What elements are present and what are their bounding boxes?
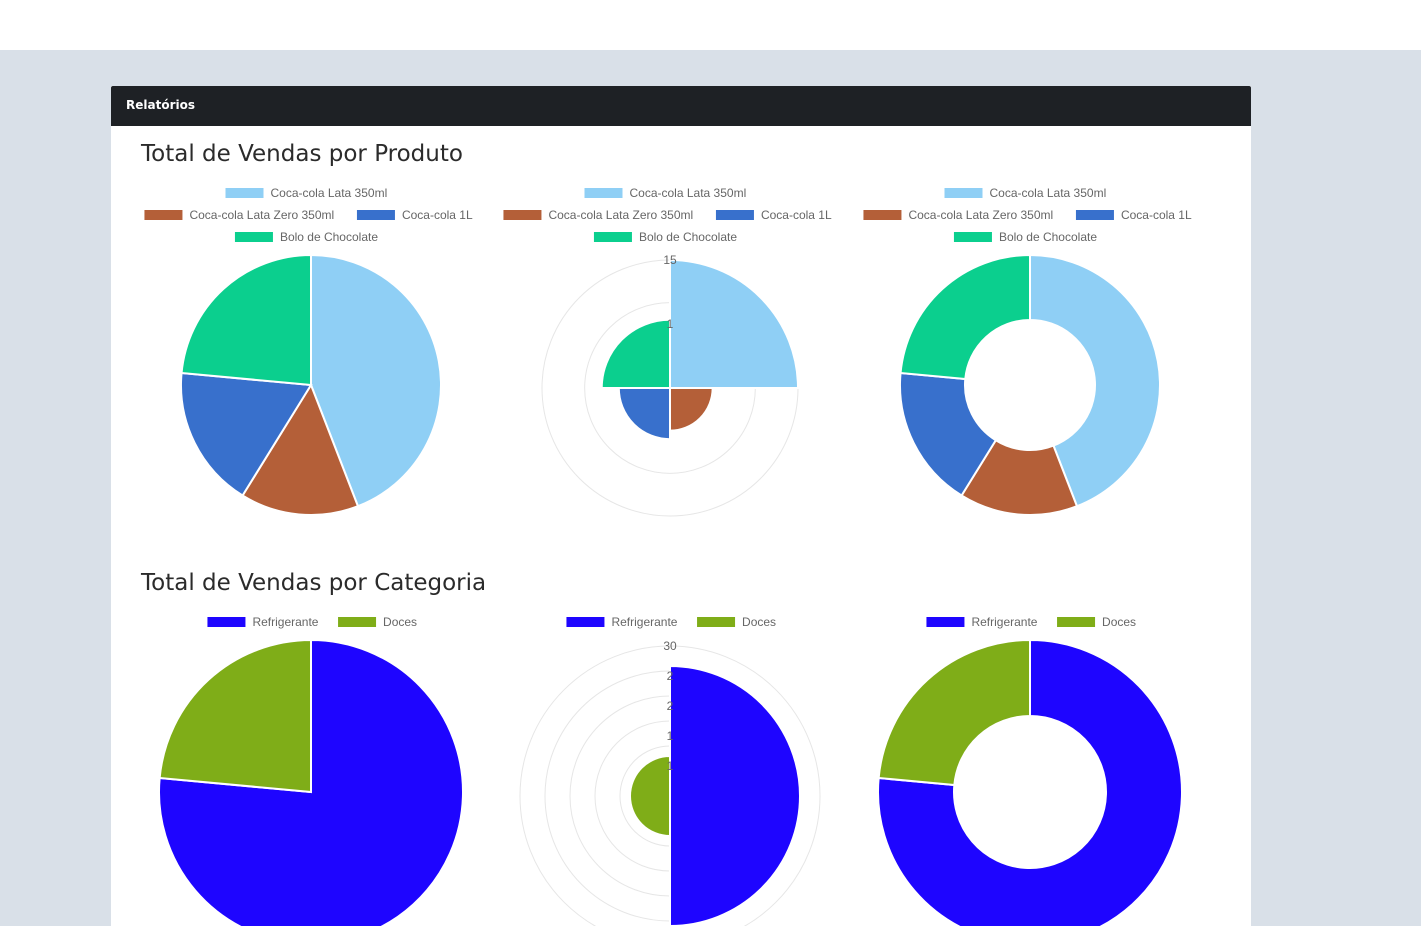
chart1-legend-swatch-coca-cola-lata-zero-350ml[interactable] (503, 210, 542, 220)
reports-card: Relatórios Total de Vendas por Produto T… (111, 86, 1251, 926)
chart1-sector-coca-cola-lata-350ml[interactable] (669, 258, 800, 389)
chart0-legend-swatch-coca-cola-lata-zero-350ml[interactable] (144, 210, 183, 220)
chart4-legend-label-doces[interactable]: Doces (742, 615, 776, 629)
chart4-tick-label: 30 (663, 639, 677, 653)
chart1-legend-swatch-coca-cola-1l[interactable] (715, 210, 754, 220)
chart0-slice-bolo-de-chocolate[interactable] (180, 253, 312, 387)
chart1-legend-label-coca-cola-lata-zero-350ml[interactable]: Coca-cola Lata Zero 350ml (548, 208, 693, 222)
chart0-legend-swatch-coca-cola-1l[interactable] (356, 210, 395, 220)
charts-canvas: Coca-cola Lata 350ml Coca-cola Lata Zero … (144, 186, 1192, 926)
chart4-legend-swatch-refrigerante[interactable] (566, 617, 605, 627)
chart2-legend-label-bolo-de-chocolate[interactable]: Bolo de Chocolate (999, 230, 1097, 244)
top-navbar (0, 0, 1421, 50)
chart4-legend-label-refrigerante[interactable]: Refrigerante (611, 615, 677, 629)
chart3-legend-label-refrigerante[interactable]: Refrigerante (252, 615, 318, 629)
chart5-legend-label-doces[interactable]: Doces (1102, 615, 1136, 629)
chart0-legend-label-coca-cola-1l[interactable]: Coca-cola 1L (402, 208, 473, 222)
chart1-legend-label-coca-cola-1l[interactable]: Coca-cola 1L (761, 208, 832, 222)
chart0-legend-swatch-bolo-de-chocolate[interactable] (234, 232, 273, 242)
chart1-tick-label: 15 (663, 253, 677, 267)
chart1-legend-swatch-coca-cola-lata-350ml[interactable] (584, 188, 623, 198)
chart2-legend-swatch-coca-cola-lata-350ml[interactable] (944, 188, 983, 198)
chart4-tick-label: 1 (667, 759, 674, 773)
chart2-legend-swatch-bolo-de-chocolate[interactable] (953, 232, 992, 242)
chart1-legend-swatch-bolo-de-chocolate[interactable] (593, 232, 632, 242)
chart2-legend-label-coca-cola-1l[interactable]: Coca-cola 1L (1121, 208, 1192, 222)
chart3-legend-swatch-doces[interactable] (338, 617, 377, 627)
chart2-slice-bolo-de-chocolate[interactable] (899, 253, 1031, 381)
chart4-sector-refrigerante[interactable] (669, 664, 801, 926)
chart1-sector-bolo-de-chocolate[interactable] (600, 318, 671, 389)
chart0-legend-swatch-coca-cola-lata-350ml[interactable] (225, 188, 264, 198)
chart2-legend-swatch-coca-cola-1l[interactable] (1075, 210, 1114, 220)
chart3-legend-label-doces[interactable]: Doces (383, 615, 417, 629)
chart4-tick-label: 1 (667, 729, 674, 743)
chart4-legend-swatch-doces[interactable] (697, 617, 736, 627)
chart1-sector-coca-cola-1l[interactable] (617, 387, 671, 441)
chart4-tick-label: 2 (667, 699, 674, 713)
chart1-tick-label: 1 (667, 317, 674, 331)
chart0-legend-label-bolo-de-chocolate[interactable]: Bolo de Chocolate (280, 230, 378, 244)
chart1-sector-coca-cola-lata-zero-350ml[interactable] (669, 387, 714, 432)
chart4-tick-label: 2 (667, 669, 674, 683)
chart1-legend-label-coca-cola-lata-350ml[interactable]: Coca-cola Lata 350ml (630, 186, 747, 200)
chart5-legend-swatch-refrigerante[interactable] (926, 617, 965, 627)
chart2-legend-label-coca-cola-lata-350ml[interactable]: Coca-cola Lata 350ml (990, 186, 1107, 200)
chart5-legend-label-refrigerante[interactable]: Refrigerante (971, 615, 1037, 629)
chart2-legend-label-coca-cola-lata-zero-350ml[interactable]: Coca-cola Lata Zero 350ml (908, 208, 1053, 222)
chart5-slice-doces[interactable] (877, 638, 1031, 787)
chart2-legend-swatch-coca-cola-lata-zero-350ml[interactable] (863, 210, 902, 220)
chart0-legend-label-coca-cola-lata-zero-350ml[interactable]: Coca-cola Lata Zero 350ml (189, 208, 334, 222)
chart4-sector-doces[interactable] (629, 754, 671, 838)
chart3-legend-swatch-refrigerante[interactable] (207, 617, 246, 627)
chart1-legend-label-bolo-de-chocolate[interactable]: Bolo de Chocolate (639, 230, 737, 244)
chart0-legend-label-coca-cola-lata-350ml[interactable]: Coca-cola Lata 350ml (271, 186, 388, 200)
chart5-legend-swatch-doces[interactable] (1057, 617, 1096, 627)
chart3-slice-doces[interactable] (158, 638, 312, 794)
